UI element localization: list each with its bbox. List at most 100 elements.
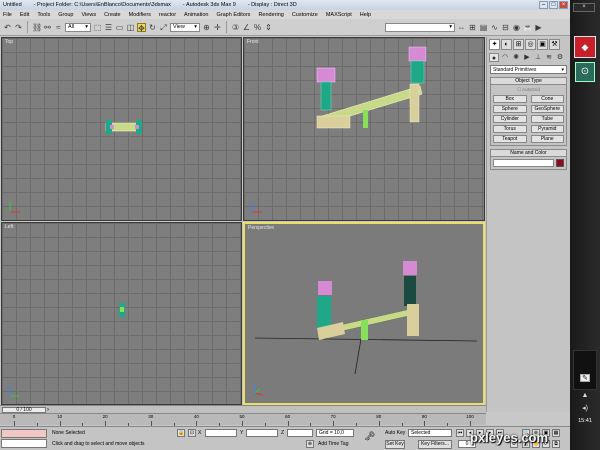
add-time-tag[interactable]: Add Time Tag <box>318 441 348 447</box>
volume-icon[interactable]: ◂) <box>580 405 590 413</box>
menu-file[interactable]: File <box>3 12 12 18</box>
menu-edit[interactable]: Edit <box>20 12 29 18</box>
viewport-left[interactable]: Left <box>1 222 242 405</box>
close-icon[interactable]: × <box>559 1 568 9</box>
menu-modifiers[interactable]: Modifiers <box>129 12 151 18</box>
angle-snap-icon[interactable]: ∠ <box>242 23 251 32</box>
named-selection-set-dropdown[interactable]: ▾ <box>385 22 455 32</box>
percent-snap-icon[interactable]: % <box>253 23 262 32</box>
select-and-move-icon[interactable]: ✥ <box>137 22 146 33</box>
material-editor-icon[interactable]: ◉ <box>512 23 521 32</box>
teapot-button[interactable]: Teapot <box>493 135 527 143</box>
select-by-name-icon[interactable]: ☰ <box>104 23 113 32</box>
maxscript-output-field[interactable] <box>1 439 47 448</box>
menu-help[interactable]: Help <box>360 12 371 18</box>
network-icon[interactable]: ▲ <box>580 392 590 400</box>
cameras-icon[interactable]: ▶ <box>522 53 532 62</box>
notes-icon[interactable]: ✎ <box>580 374 590 382</box>
menu-animation[interactable]: Animation <box>184 12 208 18</box>
geosphere-button[interactable]: GeoSphere <box>530 105 564 113</box>
viewport-top[interactable]: Top <box>1 37 242 221</box>
bind-space-warp-icon[interactable]: ≈ <box>54 23 63 32</box>
undo-icon[interactable]: ↶ <box>3 23 12 32</box>
object-name-field[interactable] <box>493 159 554 167</box>
maximize-icon[interactable]: □ <box>549 1 558 9</box>
reference-coordinate-dropdown[interactable]: View ▾ <box>170 22 200 32</box>
layer-manager-icon[interactable]: ▤ <box>479 23 488 32</box>
cone-button[interactable]: Cone <box>530 95 564 103</box>
sidebar-gadget-icon[interactable]: ⊙ <box>575 62 595 82</box>
zoom-extents-all-icon[interactable]: ▦ <box>552 429 560 437</box>
unlink-icon[interactable]: ⚯ <box>43 23 52 32</box>
sphere-button[interactable]: Sphere <box>493 105 527 113</box>
menu-reactor[interactable]: reactor <box>159 12 176 18</box>
plane-button[interactable]: Plane <box>530 135 564 143</box>
select-and-rotate-icon[interactable]: ↻ <box>148 23 157 32</box>
space-warps-icon[interactable]: ≋ <box>544 53 554 62</box>
menu-group[interactable]: Group <box>58 12 73 18</box>
redo-icon[interactable]: ↷ <box>14 23 23 32</box>
autogrid-checkbox[interactable]: ☐ AutoGrid <box>493 87 564 93</box>
absolute-mode-icon[interactable]: ⊡ <box>188 429 196 437</box>
window-crossing-icon[interactable]: ◫ <box>126 23 135 32</box>
pivot-center-icon[interactable]: ⊕ <box>202 23 211 32</box>
menu-graph-editors[interactable]: Graph Editors <box>217 12 251 18</box>
menu-maxscript[interactable]: MAXScript <box>326 12 352 18</box>
mirror-icon[interactable]: ⇔ <box>457 23 466 32</box>
systems-icon[interactable]: ⚙ <box>555 53 565 62</box>
key-selection-dropdown[interactable]: Selected <box>408 429 452 437</box>
menu-create[interactable]: Create <box>104 12 121 18</box>
x-coordinate-field[interactable] <box>205 429 237 437</box>
link-icon[interactable]: ⛓ <box>32 23 42 32</box>
time-tag-icon[interactable]: ⊕ <box>306 440 314 448</box>
name-and-color-header[interactable]: Name and Color <box>491 150 566 157</box>
menu-customize[interactable]: Customize <box>292 12 318 18</box>
schematic-view-icon[interactable]: ⊟ <box>501 23 510 32</box>
spinner-snap-icon[interactable]: ⇕ <box>264 23 273 32</box>
y-coordinate-field[interactable] <box>246 429 278 437</box>
key-filters-button[interactable]: Key Filters... <box>418 440 452 449</box>
viewport-perspective[interactable]: Perspective <box>243 222 485 405</box>
geometry-icon[interactable]: ● <box>489 53 499 62</box>
object-type-header[interactable]: Object Type <box>491 78 566 85</box>
app-logo-icon[interactable]: ◆ <box>574 36 596 58</box>
select-object-icon[interactable]: ⬚ <box>93 23 102 32</box>
cylinder-button[interactable]: Cylinder <box>493 115 527 123</box>
tube-button[interactable]: Tube <box>530 115 564 123</box>
sidebar-close-icon[interactable]: × <box>573 3 595 12</box>
lock-selection-icon[interactable]: 🔒 <box>177 429 185 437</box>
viewport-front[interactable]: Front <box>243 37 485 221</box>
display-tab-icon[interactable]: ▣ <box>537 39 548 50</box>
maxscript-listener-field[interactable] <box>1 429 47 438</box>
key-icon[interactable]: 🗝 <box>364 431 375 442</box>
torus-button[interactable]: Torus <box>493 125 527 133</box>
render-scene-icon[interactable]: ☕ <box>523 23 533 32</box>
shapes-icon[interactable]: ◠ <box>500 53 510 62</box>
snap-toggle-icon[interactable]: ③ <box>231 23 240 32</box>
helpers-icon[interactable]: ⊥ <box>533 53 543 62</box>
object-color-swatch[interactable] <box>556 159 564 167</box>
menu-tools[interactable]: Tools <box>37 12 50 18</box>
box-button[interactable]: Box <box>493 95 527 103</box>
track-bar[interactable]: 0 10 20 30 40 50 60 70 80 90 100 <box>0 413 486 426</box>
select-manipulate-icon[interactable]: ✛ <box>213 23 222 32</box>
curve-editor-icon[interactable]: ∿ <box>490 23 499 32</box>
lights-icon[interactable]: ✺ <box>511 53 521 62</box>
menu-rendering[interactable]: Rendering <box>258 12 283 18</box>
primitive-type-dropdown[interactable]: Standard Primitives ▾ <box>490 65 567 74</box>
go-to-start-icon[interactable]: ⏮ <box>456 429 464 437</box>
quick-render-icon[interactable]: ▶ <box>534 23 543 32</box>
rectangular-selection-icon[interactable]: ▭ <box>115 23 124 32</box>
hierarchy-tab-icon[interactable]: ⊞ <box>513 39 524 50</box>
select-and-scale-icon[interactable]: ⤢ <box>159 23 168 32</box>
align-icon[interactable]: ⊞ <box>468 23 477 32</box>
menu-views[interactable]: Views <box>82 12 97 18</box>
pyramid-button[interactable]: Pyramid <box>530 125 564 133</box>
time-slider[interactable]: 0 / 100 › <box>0 405 486 413</box>
z-coordinate-field[interactable] <box>287 429 313 437</box>
auto-key-button[interactable]: Auto Key <box>385 430 405 436</box>
set-key-button[interactable]: Set Key <box>385 440 405 449</box>
create-tab-icon[interactable]: ✦ <box>489 39 500 50</box>
motion-tab-icon[interactable]: ◎ <box>525 39 536 50</box>
maximize-viewport-icon[interactable]: ⧉ <box>552 440 560 448</box>
